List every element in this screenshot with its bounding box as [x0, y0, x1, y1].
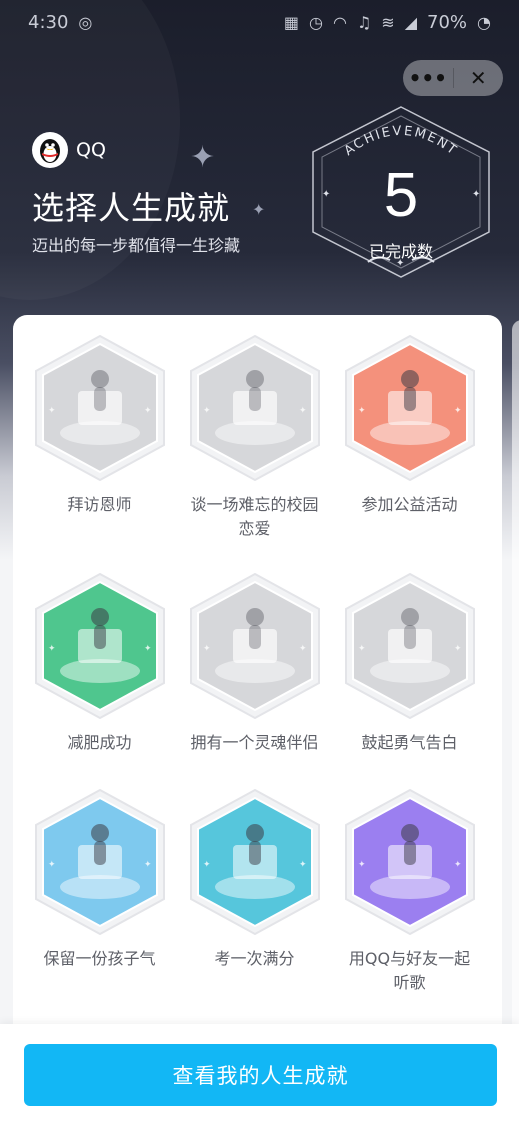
svg-text:✦: ✦ [203, 644, 211, 654]
achievement-item[interactable]: ✦ ✦ 拜访恩师 [22, 333, 177, 517]
achievement-label: 保留一份孩子气 [43, 949, 156, 968]
achievement-item[interactable]: ✦ ✦ 参加公益活动 [332, 333, 487, 517]
completed-caption: 已完成数 [368, 242, 433, 261]
status-bar: 4:30 ◎ ▦ ◷ ◠ ♫ ≋ ◢ 70% ◔ [0, 0, 519, 44]
achievement-hexagon: ✦ ✦ [185, 333, 325, 483]
brand-label: QQ [76, 139, 106, 161]
achievement-item[interactable]: ✦ ✦ 考一次满分 [177, 787, 332, 971]
svg-text:✦: ✦ [144, 644, 152, 654]
svg-text:✦: ✦ [299, 860, 307, 870]
achievement-hexagon: ✦ ✦ [30, 571, 170, 721]
battery-level: 70% [427, 11, 468, 33]
achievement-hexagon: ✦ ✦ [185, 571, 325, 721]
svg-text:✦: ✦ [48, 644, 56, 654]
achievement-item[interactable]: ✦ ✦ 减肥成功 [22, 571, 177, 755]
close-button[interactable]: ✕ [454, 60, 504, 96]
mini-program-capsule: ••• ✕ [403, 60, 503, 96]
svg-text:✦: ✦ [454, 406, 462, 416]
achievement-hexagon: ✦ ✦ [340, 571, 480, 721]
mute-icon: ♫ [356, 12, 372, 32]
next-card-peek [512, 320, 519, 1120]
svg-text:ACHIEVEMENT: ACHIEVEMENT [342, 124, 461, 159]
achievement-label: 谈一场难忘的校园 恋爱 [190, 495, 319, 538]
achievement-label: 拥有一个灵魂伴侣 [190, 733, 319, 752]
achievement-hexagon: ✦ ✦ [340, 787, 480, 937]
svg-text:✦: ✦ [454, 644, 462, 654]
svg-text:✦: ✦ [203, 860, 211, 870]
sparkle-icon: ✦ [252, 200, 266, 219]
achievement-label: 参加公益活动 [361, 495, 458, 514]
svg-text:✦: ✦ [358, 644, 366, 654]
svg-text:✦: ✦ [299, 406, 307, 416]
achievement-hexagon: ✦ ✦ [340, 333, 480, 483]
achievement-badge: ACHIEVEMENT ✦ ✦ ✦ 5 已完成数 [308, 104, 494, 280]
svg-text:✦: ✦ [358, 406, 366, 416]
wifi-icon: ≋ [381, 12, 395, 32]
svg-text:✦: ✦ [203, 406, 211, 416]
brand: QQ [32, 132, 106, 168]
achievement-hexagon: ✦ ✦ [30, 333, 170, 483]
svg-text:✦: ✦ [454, 860, 462, 870]
completed-count: 5 [383, 161, 419, 230]
svg-text:✦: ✦ [144, 860, 152, 870]
network-icon: ▦ [283, 12, 300, 32]
achievement-hexagon: ✦ ✦ [30, 787, 170, 937]
achievement-item[interactable]: ✦ ✦ 鼓起勇气告白 [332, 571, 487, 755]
battery-icon: ◔ [477, 12, 491, 32]
qq-penguin-icon [32, 132, 68, 168]
svg-text:✦: ✦ [144, 406, 152, 416]
achievement-label: 拜访恩师 [67, 495, 132, 514]
view-achievements-button[interactable]: 查看我的人生成就 [24, 1044, 497, 1106]
svg-text:✦: ✦ [299, 644, 307, 654]
sparkle-icon: ✦ [190, 140, 216, 175]
more-button[interactable]: ••• [403, 60, 453, 96]
achievement-label: 用QQ与好友一起 听歌 [348, 949, 471, 992]
page-title: 选择人生成就 [32, 189, 231, 227]
headset-icon: ◠ [332, 12, 347, 32]
status-time: 4:30 [28, 11, 69, 33]
achievement-hexagon: ✦ ✦ [185, 787, 325, 937]
sync-icon: ◎ [78, 12, 93, 32]
achievement-item[interactable]: ✦ ✦ 拥有一个灵魂伴侣 [177, 571, 332, 755]
signal-icon: ◢ [404, 12, 418, 32]
achievement-label: 考一次满分 [214, 949, 295, 968]
svg-text:✦: ✦ [48, 406, 56, 416]
achievement-item[interactable]: ✦ ✦ 谈一场难忘的校园 恋爱 [177, 333, 332, 541]
page-subtitle: 迈出的每一步都值得一生珍藏 [32, 236, 241, 255]
achievement-item[interactable]: ✦ ✦ 用QQ与好友一起 听歌 [332, 787, 487, 995]
alarm-icon: ◷ [309, 12, 323, 32]
svg-text:✦: ✦ [48, 860, 56, 870]
achievement-item[interactable]: ✦ ✦ 保留一份孩子气 [22, 787, 177, 971]
achievement-label: 减肥成功 [67, 733, 132, 752]
achievement-label: 鼓起勇气告白 [361, 733, 458, 752]
svg-text:✦: ✦ [358, 860, 366, 870]
